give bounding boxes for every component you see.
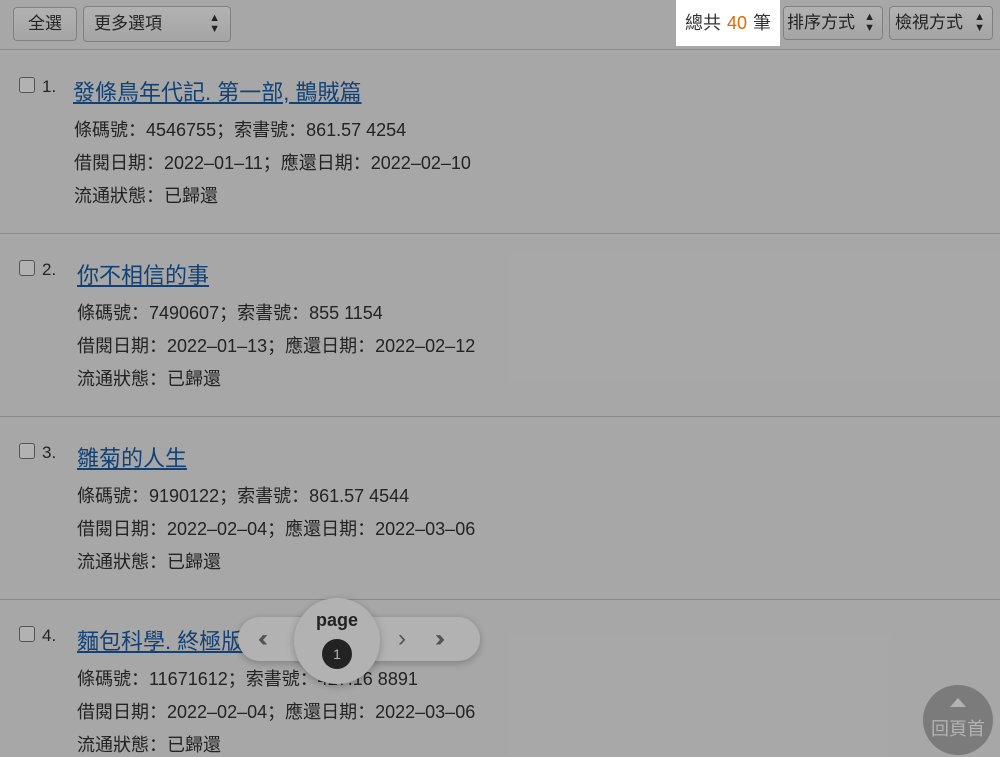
record-barcode: 條碼號：9190122；索書號：861.57 4544 bbox=[77, 486, 410, 506]
record-status: 流通狀態：已歸還 bbox=[77, 735, 221, 755]
back-to-top-button[interactable]: 回頁首 bbox=[923, 685, 993, 755]
record-status: 流通狀態：已歸還 bbox=[77, 552, 221, 572]
page-indicator[interactable]: page 1 bbox=[294, 598, 380, 684]
record-item: 3. 雛菊的人生 條碼號：9190122；索書號：861.57 4544 借閱日… bbox=[0, 417, 1000, 600]
total-count: 40 bbox=[726, 13, 748, 33]
record-number: 2. bbox=[42, 260, 57, 279]
arrow-up-icon bbox=[950, 698, 966, 707]
record-title-link[interactable]: 你不相信的事 bbox=[77, 258, 209, 290]
record-status: 流通狀態：已歸還 bbox=[77, 369, 221, 389]
record-title-link[interactable]: 麵包科學. 終極版 bbox=[77, 624, 243, 656]
record-dates: 借閱日期：2022–01–11；應還日期：2022–02–10 bbox=[74, 153, 471, 173]
more-options-label: 更多選項 bbox=[94, 14, 162, 33]
total-count-highlight: 總共 40 筆 bbox=[676, 0, 780, 46]
select-arrows-icon: ▲ ▼ bbox=[209, 12, 220, 35]
record-checkbox[interactable] bbox=[19, 77, 35, 93]
record-checkbox[interactable] bbox=[19, 443, 35, 459]
back-to-top-label: 回頁首 bbox=[931, 719, 985, 739]
page-label: page bbox=[315, 610, 358, 630]
view-mode-label: 檢視方式 bbox=[895, 13, 963, 32]
record-item: 4. 麵包科學. 終極版 條碼號：11671612；索書號：427.16 889… bbox=[0, 600, 1000, 757]
record-dates: 借閱日期：2022–01–13；應還日期：2022–02–12 bbox=[77, 336, 476, 356]
first-page-icon[interactable]: ‹‹ bbox=[258, 617, 268, 661]
record-title-link[interactable]: 發條鳥年代記. 第一部, 鵲賊篇 bbox=[73, 75, 361, 107]
view-mode-button[interactable]: 檢視方式 ▲ ▼ bbox=[889, 6, 993, 40]
select-all-button[interactable]: 全選 bbox=[13, 7, 77, 41]
record-barcode: 條碼號：4546755；索書號：861.57 4254 bbox=[74, 120, 407, 140]
last-page-icon[interactable]: ›› bbox=[435, 617, 445, 661]
total-prefix: 總共 bbox=[684, 13, 721, 33]
toolbar: 全選 更多選項 ▲ ▼ 排序方式 ▲ ▼ 檢視方式 ▲ ▼ bbox=[0, 0, 1000, 50]
sort-button[interactable]: 排序方式 ▲ ▼ bbox=[783, 6, 883, 40]
current-page-badge: 1 bbox=[322, 639, 352, 669]
sort-label: 排序方式 bbox=[787, 13, 855, 32]
record-number: 1. bbox=[42, 77, 57, 96]
record-dates: 借閱日期：2022–02–04；應還日期：2022–03–06 bbox=[77, 702, 476, 722]
record-item: 2. 你不相信的事 條碼號：7490607；索書號：855 1154 借閱日期：… bbox=[0, 234, 1000, 417]
total-suffix: 筆 bbox=[753, 13, 772, 33]
record-checkbox[interactable] bbox=[19, 626, 35, 642]
view-arrows-icon: ▲ ▼ bbox=[974, 11, 985, 34]
record-number: 3. bbox=[42, 443, 57, 462]
more-options-select[interactable]: 更多選項 ▲ ▼ bbox=[83, 6, 231, 42]
sort-arrows-icon: ▲ ▼ bbox=[864, 11, 875, 34]
record-dates: 借閱日期：2022–02–04；應還日期：2022–03–06 bbox=[77, 519, 476, 539]
record-checkbox[interactable] bbox=[19, 260, 35, 276]
next-page-icon[interactable]: › bbox=[398, 617, 406, 661]
record-item: 1. 發條鳥年代記. 第一部, 鵲賊篇 條碼號：4546755；索書號：861.… bbox=[0, 51, 1000, 234]
record-number: 4. bbox=[42, 626, 57, 645]
record-barcode: 條碼號：7490607；索書號：855 1154 bbox=[77, 303, 383, 323]
record-title-link[interactable]: 雛菊的人生 bbox=[77, 441, 187, 473]
record-status: 流通狀態：已歸還 bbox=[74, 186, 218, 206]
